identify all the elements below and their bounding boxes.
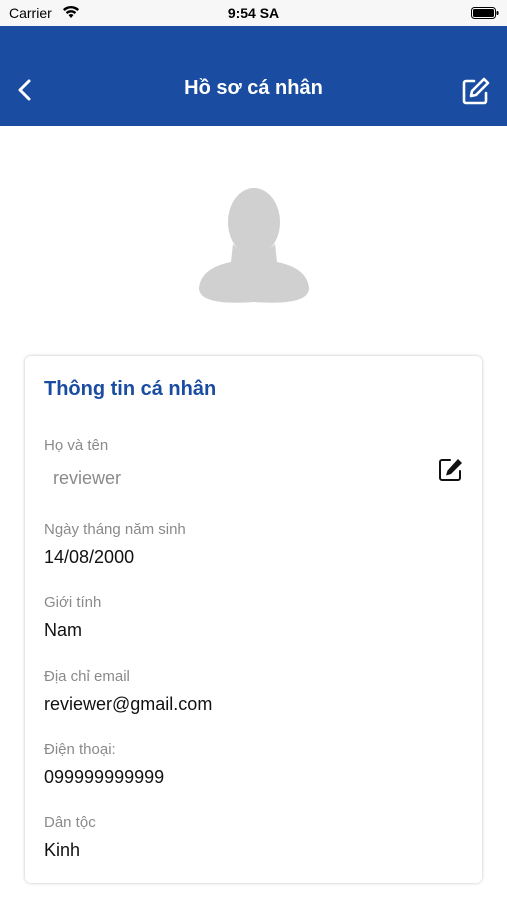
page-title: Hồ sơ cá nhân — [184, 77, 323, 99]
gender-value: Nam — [44, 620, 83, 640]
nav-header: Hồ sơ cá nhân — [0, 26, 507, 126]
ethnicity-label: Dân tộc — [44, 814, 96, 831]
edit-icon[interactable] — [438, 457, 464, 483]
status-bar: Carrier 9:54 SA — [0, 0, 507, 26]
card-title: Thông tin cá nhân — [44, 378, 217, 400]
profile-info-card: Thông tin cá nhân Họ và tên reviewer Ngà… — [25, 356, 482, 883]
email-label: Địa chỉ email — [44, 668, 130, 685]
phone-label: Điện thoại: — [44, 741, 116, 758]
avatar[interactable] — [195, 182, 313, 306]
gender-label: Giới tính — [44, 594, 102, 611]
edit-icon[interactable] — [461, 76, 491, 106]
email-value: reviewer@gmail.com — [44, 694, 213, 714]
user-silhouette-icon — [199, 188, 309, 303]
status-time: 9:54 SA — [227, 5, 280, 21]
birth-date-label: Ngày tháng năm sinh — [44, 521, 186, 538]
battery-icon — [471, 7, 499, 19]
full-name-field[interactable]: reviewer — [53, 468, 121, 489]
full-name-label: Họ và tên — [44, 437, 109, 454]
phone-value: 099999999999 — [44, 767, 165, 787]
ethnicity-value: Kinh — [44, 840, 81, 860]
birth-date-value: 14/08/2000 — [44, 547, 135, 567]
